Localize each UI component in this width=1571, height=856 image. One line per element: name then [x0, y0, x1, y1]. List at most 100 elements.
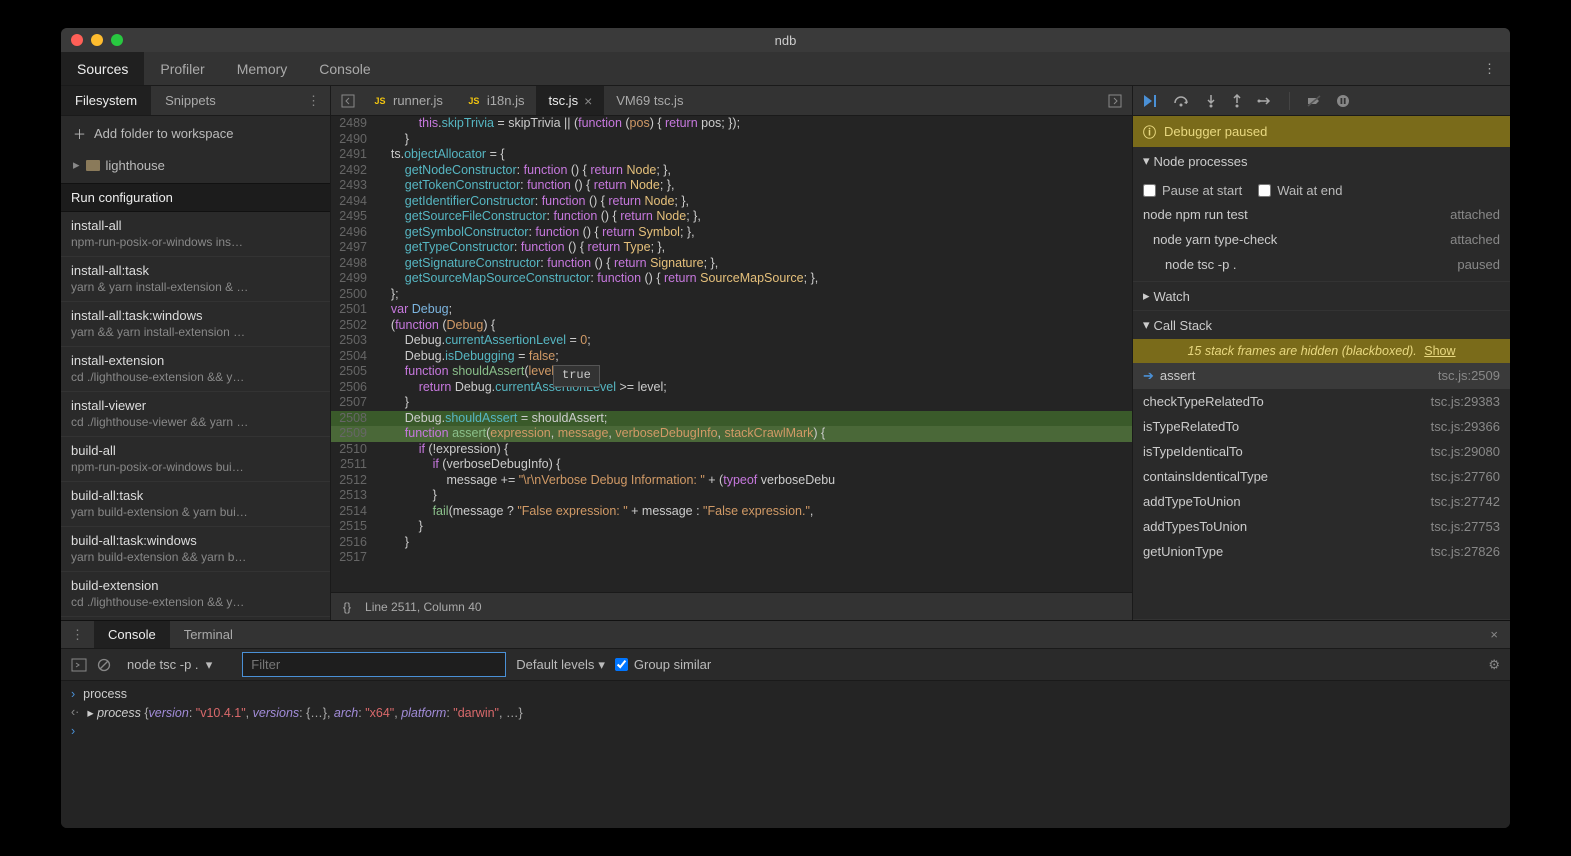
console-toolbar: node tsc -p . ▾ Default levels ▾ Group s…	[61, 649, 1510, 681]
stack-frame-fn: getUnionType	[1143, 544, 1223, 559]
side-tab-filesystem[interactable]: Filesystem	[61, 86, 151, 115]
watch-header[interactable]: ▸ Watch	[1133, 282, 1510, 310]
resume-icon[interactable]	[1143, 94, 1159, 108]
run-item-name: install-all:task	[71, 263, 320, 278]
editor-tab-tsc[interactable]: tsc.js ×	[536, 86, 604, 115]
run-item[interactable]: install-extensioncd ./lighthouse-extensi…	[61, 347, 330, 392]
window-close-button[interactable]	[71, 34, 83, 46]
main-tab-sources[interactable]: Sources	[61, 52, 144, 85]
editor: JS runner.js JS i18n.js tsc.js × VM69 ts…	[331, 86, 1132, 620]
run-item[interactable]: install-all:task:windowsyarn && yarn ins…	[61, 302, 330, 347]
code-line: 2505 function shouldAssert(level) {	[331, 364, 1132, 380]
editor-tab-vm69[interactable]: VM69 tsc.js	[604, 86, 695, 115]
line-number: 2510	[331, 442, 377, 458]
stack-frame-fn: isTypeRelatedTo	[1143, 419, 1239, 434]
process-status: paused	[1457, 257, 1500, 272]
clear-console-icon[interactable]	[97, 658, 111, 672]
drawer-tab-terminal[interactable]: Terminal	[170, 621, 247, 648]
stack-frame[interactable]: getUnionTypetsc.js:27826	[1133, 539, 1510, 564]
pause-at-start-checkbox[interactable]: Pause at start	[1143, 183, 1242, 198]
run-item[interactable]: install-all:taskyarn & yarn install-exte…	[61, 257, 330, 302]
side-tabs-more-icon[interactable]: ⋮	[297, 86, 330, 115]
add-folder-button[interactable]: ＋ Add folder to workspace	[61, 116, 330, 151]
stack-frame[interactable]: isTypeRelatedTotsc.js:29366	[1133, 414, 1510, 439]
add-folder-label: Add folder to workspace	[94, 126, 233, 141]
call-stack-header[interactable]: ▾ Call Stack	[1133, 311, 1510, 339]
step-over-icon[interactable]	[1173, 94, 1191, 108]
console-body[interactable]: ›process‹·▸ process {version: "v10.4.1",…	[61, 681, 1510, 828]
main-tabs-more-icon[interactable]: ⋮	[1469, 52, 1510, 85]
drawer: ⋮ Console Terminal × node tsc -p . ▾ Def…	[61, 620, 1510, 828]
run-item[interactable]: build-allnpm-run-posix-or-windows bui…	[61, 437, 330, 482]
stack-frame-loc: tsc.js:27760	[1431, 469, 1500, 484]
pretty-print-icon[interactable]: {}	[343, 600, 351, 614]
pause-on-exceptions-icon[interactable]	[1336, 94, 1350, 108]
run-item[interactable]: install-allnpm-run-posix-or-windows ins…	[61, 212, 330, 257]
cursor-position: Line 2511, Column 40	[365, 600, 482, 614]
main-tab-profiler[interactable]: Profiler	[144, 52, 220, 85]
stack-frame-loc: tsc.js:27742	[1431, 494, 1500, 509]
code-area[interactable]: true 2489 this.skipTrivia = skipTrivia |…	[331, 116, 1132, 592]
process-item[interactable]: node npm run testattached	[1133, 202, 1510, 227]
folder-item[interactable]: ▸ lighthouse	[61, 151, 330, 179]
run-item-cmd: cd ./lighthouse-extension && y…	[71, 595, 320, 609]
step-icon[interactable]	[1257, 94, 1273, 108]
line-number: 2500	[331, 287, 377, 303]
node-processes-header[interactable]: ▾ Node processes	[1133, 147, 1510, 175]
editor-tab-runner[interactable]: JS runner.js	[361, 86, 455, 115]
process-name: node npm run test	[1143, 207, 1248, 222]
chevron-right-icon: ▸	[73, 157, 80, 173]
filter-input[interactable]	[242, 652, 506, 677]
main-tab-console[interactable]: Console	[303, 52, 386, 85]
run-item[interactable]: build-all:taskyarn build-extension & yar…	[61, 482, 330, 527]
gear-icon[interactable]: ⚙	[1488, 657, 1500, 673]
js-file-icon: JS	[373, 94, 387, 108]
stack-frame[interactable]: isTypeIdenticalTotsc.js:29080	[1133, 439, 1510, 464]
line-number: 2495	[331, 209, 377, 225]
run-item[interactable]: build-extensioncd ./lighthouse-extension…	[61, 572, 330, 617]
show-blackboxed-link[interactable]: Show	[1424, 344, 1455, 358]
drawer-close-icon[interactable]: ×	[1478, 621, 1510, 648]
stack-frame[interactable]: containsIdenticalTypetsc.js:27760	[1133, 464, 1510, 489]
editor-nav-back-icon[interactable]	[335, 86, 361, 115]
stack-frame[interactable]: ➔asserttsc.js:2509	[1133, 363, 1510, 389]
stack-frame[interactable]: checkTypeRelatedTotsc.js:29383	[1133, 389, 1510, 414]
deactivate-breakpoints-icon[interactable]	[1306, 94, 1322, 108]
main-tab-memory[interactable]: Memory	[221, 52, 304, 85]
window-minimize-button[interactable]	[91, 34, 103, 46]
editor-toggle-pane-icon[interactable]	[1098, 86, 1132, 115]
run-item-cmd: cd ./lighthouse-viewer && yarn …	[71, 415, 320, 429]
console-sidebar-toggle-icon[interactable]	[71, 658, 87, 672]
process-item[interactable]: node yarn type-checkattached	[1133, 227, 1510, 252]
close-icon[interactable]: ×	[584, 93, 592, 109]
side-tab-snippets[interactable]: Snippets	[151, 86, 230, 115]
editor-tab-i18n[interactable]: JS i18n.js	[455, 86, 537, 115]
drawer-tab-console[interactable]: Console	[94, 621, 170, 648]
run-item[interactable]: build-all:task:windowsyarn build-extensi…	[61, 527, 330, 572]
code-line: 2502 (function (Debug) {	[331, 318, 1132, 334]
code-line: 2516 }	[331, 535, 1132, 551]
process-name: node tsc -p .	[1165, 257, 1237, 272]
code-line: 2515 }	[331, 519, 1132, 535]
drawer-more-icon[interactable]: ⋮	[61, 621, 94, 648]
line-number: 2505	[331, 364, 377, 380]
line-number: 2508	[331, 411, 377, 427]
process-item[interactable]: node tsc -p . paused	[1133, 252, 1510, 277]
debugger-toolbar	[1133, 86, 1510, 116]
window-maximize-button[interactable]	[111, 34, 123, 46]
stack-frame[interactable]: addTypeToUniontsc.js:27742	[1133, 489, 1510, 514]
chevron-right-icon: ▸	[1143, 288, 1150, 304]
run-item[interactable]: install-viewercd ./lighthouse-viewer && …	[61, 392, 330, 437]
step-into-icon[interactable]	[1205, 94, 1217, 108]
context-select[interactable]: node tsc -p . ▾	[121, 653, 232, 677]
code-line: 2511 if (verboseDebugInfo) {	[331, 457, 1132, 473]
code-line: 2500 };	[331, 287, 1132, 303]
stack-frame[interactable]: addTypesToUniontsc.js:27753	[1133, 514, 1510, 539]
group-similar-checkbox[interactable]: Group similar	[615, 657, 711, 672]
stack-frame-loc: tsc.js:29383	[1431, 394, 1500, 409]
log-levels-select[interactable]: Default levels ▾	[516, 657, 605, 673]
code-line: 2514 fail(message ? "False expression: "…	[331, 504, 1132, 520]
code-line: 2496 getSymbolConstructor: function () {…	[331, 225, 1132, 241]
wait-at-end-checkbox[interactable]: Wait at end	[1258, 183, 1342, 198]
step-out-icon[interactable]	[1231, 94, 1243, 108]
